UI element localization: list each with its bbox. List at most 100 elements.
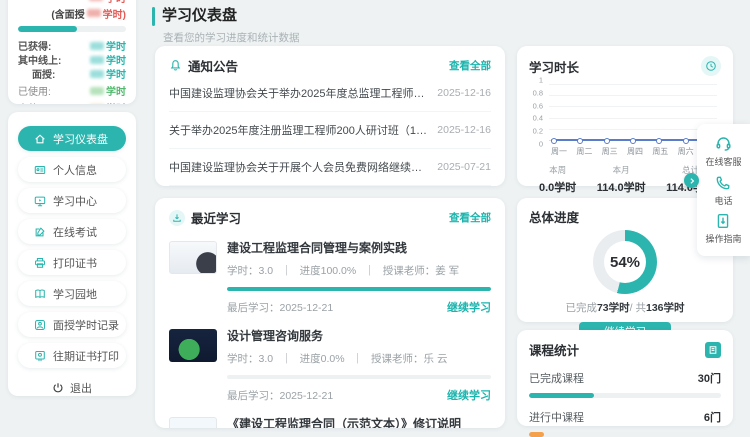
- float-label: 操作指南: [705, 232, 741, 245]
- course-item: 建设工程监理合同管理与案例实践 学时：3.0｜ 进度100.0%｜ 授课老师：姜…: [169, 239, 491, 315]
- sidebar-item-print-certificate[interactable]: 打印证书: [18, 250, 126, 275]
- printer-icon: [34, 257, 46, 269]
- stat-row-earned: 已获得: 学时: [18, 39, 126, 52]
- sidebar-item-label: 学习仪表盘: [53, 131, 108, 147]
- course-item: 设计管理咨询服务 学时：3.0｜ 进度0.0%｜ 授课老师：乐 云 最后学习：2…: [169, 327, 491, 403]
- notice-item[interactable]: 中国建设监理协会关于举办2025年度总监理工程师100人研讨班的通知 2025-…: [169, 75, 491, 112]
- stat-unit: 学时: [106, 52, 126, 67]
- course-thumbnail[interactable]: [169, 329, 217, 362]
- course-title: 建设工程监理合同管理与案例实践: [227, 239, 491, 256]
- stat-label: 其中线上:: [18, 52, 61, 67]
- weekly-hours-line-chart: 1 0.8 0.6 0.4 0.2 0: [549, 84, 717, 141]
- power-icon: [52, 382, 64, 394]
- float-label: 电话: [714, 194, 732, 207]
- time-stat-month: 本月114.0学时: [597, 164, 646, 195]
- sidebar-item-past-certificates[interactable]: 往期证书打印: [18, 343, 126, 368]
- sidebar-item-profile[interactable]: 个人信息: [18, 157, 126, 182]
- overall-hours-text: 已完成73学时/ 共136学时: [529, 300, 721, 315]
- redacted-value: [90, 42, 104, 50]
- stat-label: 面授:: [32, 66, 55, 81]
- clock-icon: [701, 56, 721, 76]
- stat-unit: 学时: [106, 83, 126, 98]
- completed-courses-bar: [529, 393, 721, 398]
- sidebar-item-label: 在线考试: [53, 224, 97, 240]
- hours-progressbar: [18, 26, 126, 32]
- data-point-dot: [551, 138, 557, 144]
- recent-view-all-link[interactable]: 查看全部: [449, 210, 491, 225]
- course-meta: 学时：3.0｜ 进度0.0%｜ 授课老师：乐 云: [227, 351, 491, 366]
- notice-date: 2025-12-16: [437, 87, 491, 99]
- chevron-right-icon: [688, 177, 696, 185]
- stat-label: 未使用:: [18, 100, 51, 104]
- course-thumbnail[interactable]: [169, 241, 217, 274]
- id-card-icon: [34, 164, 46, 176]
- course-progressbar: [227, 287, 491, 291]
- bell-icon: [169, 59, 182, 72]
- overall-percent: 54%: [593, 230, 657, 294]
- notices-title: 通知公告: [188, 56, 238, 75]
- inprogress-courses-bar: [529, 432, 721, 437]
- sidebar-stats-card: 学时 (含面授 学时) 已获得: 学时 其中线上: 学时 面授: 学时 已使用:…: [8, 0, 136, 104]
- course-thumbnail[interactable]: [169, 417, 217, 428]
- sidebar-menu: 学习仪表盘 个人信息 学习中心 在线考试 打印证书 学习园地 面授学时记录 往期…: [8, 112, 136, 396]
- sidebar-item-dashboard[interactable]: 学习仪表盘: [18, 126, 126, 151]
- redacted-value: [90, 87, 104, 95]
- book-icon: [34, 288, 46, 300]
- logout-button[interactable]: 退出: [16, 380, 128, 396]
- study-icon: [169, 210, 185, 226]
- course-last-studied: 最后学习：2025-12-21: [227, 388, 333, 403]
- recent-learning-panel: 最近学习 查看全部 建设工程监理合同管理与案例实践 学时：3.0｜ 进度100.…: [155, 198, 505, 428]
- person-icon: [34, 319, 46, 331]
- edit-icon: [34, 226, 46, 238]
- page-header: 学习仪表盘 查看您的学习进度和统计数据: [152, 4, 300, 45]
- phone-button[interactable]: 电话: [714, 175, 732, 207]
- data-points: [549, 138, 717, 144]
- collapse-panel-button[interactable]: [684, 173, 699, 188]
- course-meta: 学时：3.0｜ 进度100.0%｜ 授课老师：姜 军: [227, 263, 491, 278]
- sidebar-item-label: 往期证书打印: [53, 348, 119, 364]
- sidebar-item-learning-center[interactable]: 学习中心: [18, 188, 126, 213]
- continue-learning-link[interactable]: 继续学习: [447, 299, 491, 315]
- notices-view-all-link[interactable]: 查看全部: [449, 58, 491, 73]
- time-stat-week: 本周0.0学时: [539, 164, 576, 195]
- data-point-dot: [683, 138, 689, 144]
- sidebar-item-label: 个人信息: [53, 162, 97, 178]
- stat-label: 已使用:: [18, 83, 51, 98]
- redacted-value: [87, 9, 101, 17]
- certificate-icon: [34, 350, 46, 362]
- stat-row-facetoface: 面授: 学时: [18, 67, 126, 80]
- subnote-suffix: 学时): [103, 6, 126, 21]
- stats-partial-row: 学时: [18, 0, 126, 4]
- inprogress-courses-row: 进行中课程 6门: [529, 409, 721, 425]
- completed-courses-row: 已完成课程 30门: [529, 370, 721, 386]
- notice-item[interactable]: 中国建设监理协会关于开展个人会员免费网络继续教育的通知 2025-07-21: [169, 149, 491, 186]
- course-item: 《建设工程监理合同（示范文本）》修订说明 学时：4.0｜ 进度99.0%｜ 授课…: [169, 415, 491, 428]
- monitor-icon: [34, 195, 46, 207]
- guide-button[interactable]: 操作指南: [705, 213, 741, 245]
- sidebar-item-label: 学习园地: [53, 286, 97, 302]
- course-title: 设计管理咨询服务: [227, 327, 491, 344]
- redacted-value: [90, 56, 104, 64]
- online-service-button[interactable]: 在线客服: [705, 135, 741, 168]
- notice-text: 中国建设监理协会关于举办2025年度总监理工程师100人研讨班的通知: [169, 85, 427, 101]
- continue-learning-link[interactable]: 继续学习: [447, 387, 491, 403]
- course-last-studied: 最后学习：2025-12-21: [227, 300, 333, 315]
- notice-item[interactable]: 关于举办2025年度注册监理工程师200人研讨班（1期）的通知 2025-12-…: [169, 112, 491, 149]
- stat-row-used: 已使用: 学时: [18, 84, 126, 97]
- page-subtitle: 查看您的学习进度和统计数据: [163, 30, 300, 45]
- hours-unit-label: 学时: [106, 0, 126, 5]
- course-stats-panel: 课程统计 已完成课程 30门 进行中课程 6门: [517, 330, 733, 426]
- stat-unit: 学时: [106, 100, 126, 104]
- sidebar-item-learning-garden[interactable]: 学习园地: [18, 281, 126, 306]
- float-label: 在线客服: [705, 155, 741, 168]
- sidebar-item-label: 面授学时记录: [53, 317, 119, 333]
- sidebar-item-facetoface-hours[interactable]: 面授学时记录: [18, 312, 126, 337]
- data-point-dot: [656, 138, 662, 144]
- study-time-title: 学习时长: [529, 57, 579, 76]
- recent-title: 最近学习: [191, 208, 241, 227]
- redacted-value: [90, 104, 104, 105]
- stat-row-online: 其中线上: 学时: [18, 53, 126, 66]
- subnote-prefix: (含面授: [51, 6, 84, 21]
- notice-date: 2025-07-21: [437, 161, 491, 173]
- sidebar-item-online-exam[interactable]: 在线考试: [18, 219, 126, 244]
